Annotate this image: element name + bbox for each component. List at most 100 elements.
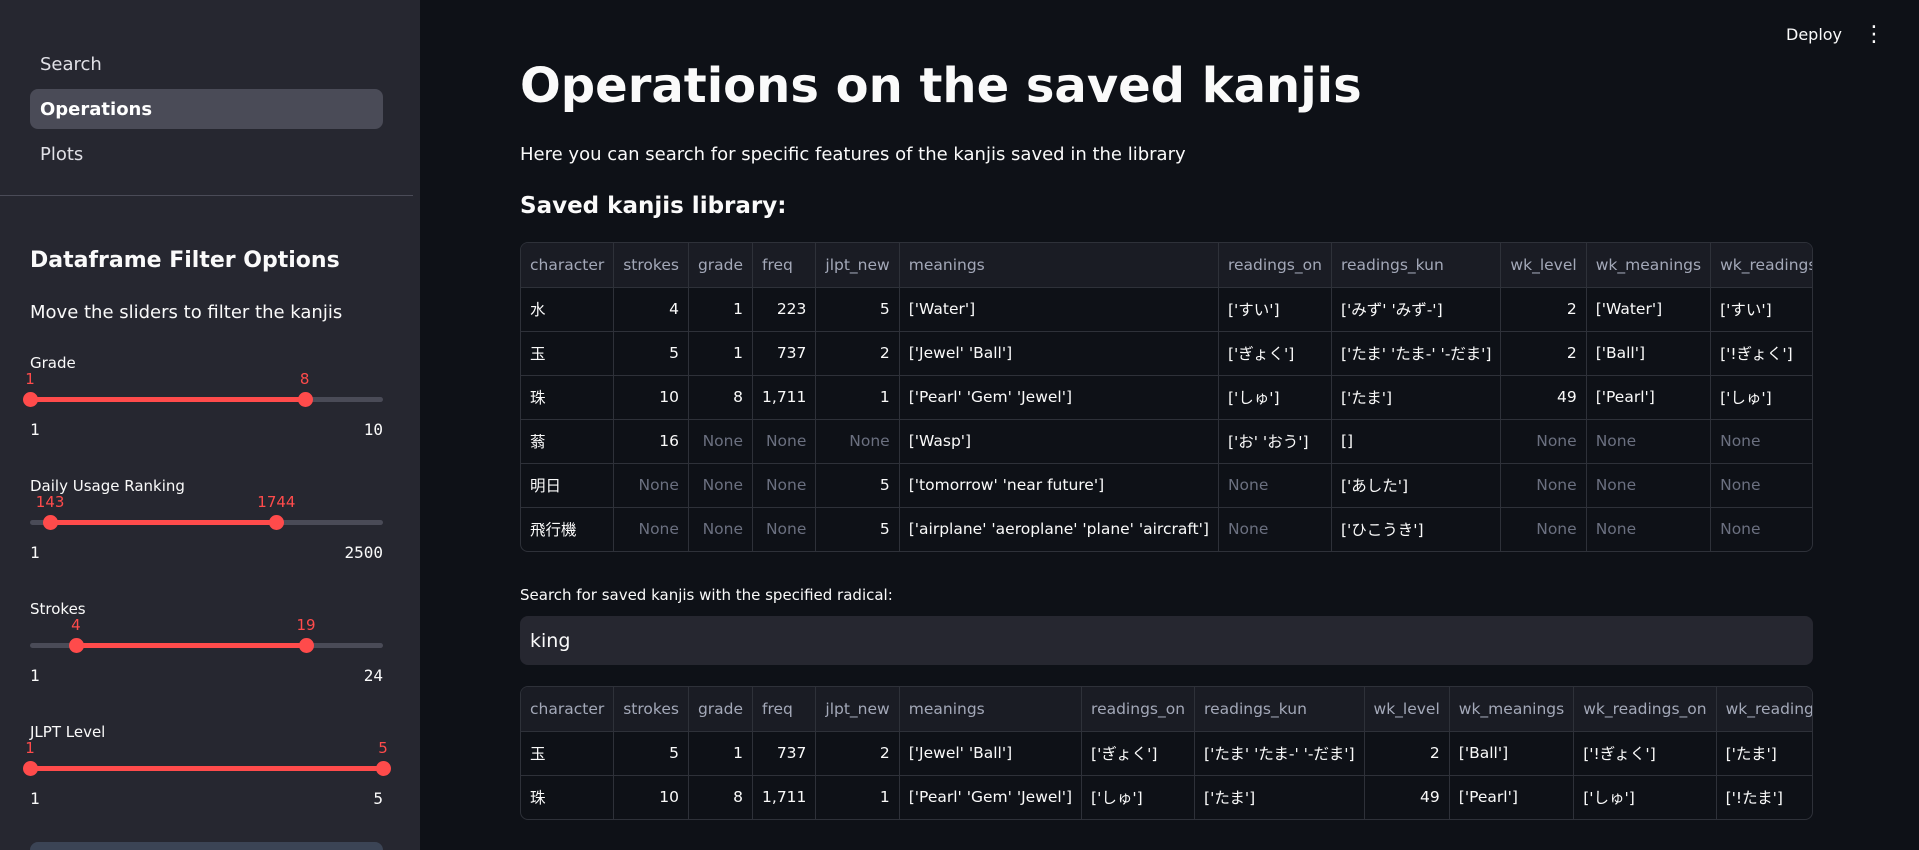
table-cell[interactable]: 8 xyxy=(688,375,754,420)
table-cell[interactable]: ['すい'] xyxy=(1218,287,1332,332)
table-cell[interactable]: ['たま' 'たま-' '-だま'] xyxy=(1331,331,1502,376)
table-cell[interactable]: 1 xyxy=(688,731,754,776)
table-cell[interactable]: None xyxy=(752,419,817,464)
column-header[interactable]: wk_level xyxy=(1364,687,1450,732)
column-header[interactable]: strokes xyxy=(613,687,689,732)
table-cell[interactable]: 1 xyxy=(688,287,754,332)
table-cell[interactable]: ['Jewel' 'Ball'] xyxy=(899,731,1083,776)
table-cell[interactable]: ['airplane' 'aeroplane' 'plane' 'aircraf… xyxy=(899,507,1219,551)
table-cell[interactable]: ['Jewel' 'Ball'] xyxy=(899,331,1219,376)
table-cell[interactable]: 5 xyxy=(613,331,689,376)
table-cell[interactable]: None xyxy=(688,419,754,464)
table-cell[interactable]: None xyxy=(1500,507,1587,551)
table-cell[interactable]: ['tomorrow' 'near future'] xyxy=(899,463,1219,508)
table-cell[interactable]: None xyxy=(752,463,817,508)
column-header[interactable]: freq xyxy=(752,687,817,732)
table-cell[interactable]: 蓊 xyxy=(521,419,615,464)
slider-high-thumb[interactable] xyxy=(269,515,285,530)
table-cell[interactable]: 玉 xyxy=(521,331,615,376)
slider-high-thumb[interactable] xyxy=(299,638,315,653)
table-cell[interactable]: 5 xyxy=(815,287,900,332)
table-cell[interactable]: ['Pearl'] xyxy=(1449,775,1575,819)
column-header[interactable]: wk_readings_o xyxy=(1710,243,1812,288)
table-cell[interactable]: None xyxy=(1586,507,1712,551)
table-cell[interactable]: ['すい'] xyxy=(1710,287,1812,332)
table-cell[interactable]: ['たま'] xyxy=(1331,375,1502,420)
column-header[interactable]: grade xyxy=(688,687,754,732)
table-cell[interactable]: 737 xyxy=(752,331,817,376)
radical-results-table[interactable]: character strokes grade freq jlpt_new meaning… xyxy=(520,686,1813,820)
table-cell[interactable]: 2 xyxy=(815,731,900,776)
table-cell[interactable]: ['Pearl'] xyxy=(1586,375,1712,420)
table-cell[interactable]: 16 xyxy=(613,419,689,464)
table-cell[interactable]: None xyxy=(613,463,689,508)
table-cell[interactable]: None xyxy=(815,419,900,464)
radical-search-input[interactable] xyxy=(520,616,1813,665)
table-cell[interactable]: ['!たま'] xyxy=(1716,775,1812,819)
table-cell[interactable]: ['Ball'] xyxy=(1586,331,1712,376)
nav-item-plots[interactable]: Plots xyxy=(30,134,383,174)
table-cell[interactable]: ['みず' 'みず-'] xyxy=(1331,287,1502,332)
table-cell[interactable]: ['しゅ'] xyxy=(1218,375,1332,420)
table-cell[interactable]: 珠 xyxy=(521,375,615,420)
slider-track[interactable] xyxy=(30,766,383,771)
table-cell[interactable]: 2 xyxy=(815,331,900,376)
column-header[interactable]: jlpt_new xyxy=(815,243,900,288)
table-cell[interactable]: None xyxy=(613,507,689,551)
table-cell[interactable]: None xyxy=(688,507,754,551)
table-cell[interactable]: 明日 xyxy=(521,463,615,508)
table-cell[interactable]: None xyxy=(1710,507,1812,551)
column-header[interactable]: wk_meanings xyxy=(1449,687,1575,732)
table-cell[interactable]: 水 xyxy=(521,287,615,332)
slider-high-thumb[interactable] xyxy=(376,761,391,776)
table-cell[interactable]: None xyxy=(688,463,754,508)
nav-item-operations[interactable]: Operations xyxy=(30,89,383,129)
more-options-icon[interactable]: ⋮ xyxy=(1863,22,1885,48)
table-cell[interactable]: None xyxy=(1500,463,1587,508)
table-cell[interactable]: 223 xyxy=(752,287,817,332)
table-cell[interactable]: ['Wasp'] xyxy=(899,419,1219,464)
table-cell[interactable]: ['たま' 'たま-' '-だま'] xyxy=(1194,731,1365,776)
column-header[interactable]: readings_kun xyxy=(1194,687,1365,732)
table-cell[interactable]: 10 xyxy=(613,375,689,420)
table-cell[interactable]: 49 xyxy=(1500,375,1587,420)
table-cell[interactable]: ['たま'] xyxy=(1716,731,1812,776)
table-cell[interactable]: 5 xyxy=(815,463,900,508)
slider-low-thumb[interactable] xyxy=(23,761,38,776)
table-cell[interactable]: [] xyxy=(1331,419,1502,464)
table-cell[interactable]: 5 xyxy=(815,507,900,551)
table-cell[interactable]: None xyxy=(1586,463,1712,508)
column-header[interactable]: wk_readings_on xyxy=(1573,687,1717,732)
slider-track[interactable] xyxy=(30,520,383,525)
column-header[interactable]: wk_level xyxy=(1500,243,1587,288)
table-cell[interactable]: 2 xyxy=(1500,287,1587,332)
table-cell[interactable]: 8 xyxy=(688,775,754,819)
table-cell[interactable]: 1,711 xyxy=(752,775,817,819)
table-cell[interactable]: ['ぎょく'] xyxy=(1081,731,1196,776)
column-header[interactable]: jlpt_new xyxy=(815,687,900,732)
table-cell[interactable]: 737 xyxy=(752,731,817,776)
table-cell[interactable]: None xyxy=(1586,419,1712,464)
column-header[interactable]: wk_readings xyxy=(1716,687,1812,732)
table-cell[interactable]: ['Ball'] xyxy=(1449,731,1575,776)
table-cell[interactable]: None xyxy=(1218,507,1332,551)
table-cell[interactable]: 49 xyxy=(1364,775,1450,819)
sidebar-button-partial[interactable] xyxy=(30,842,383,850)
table-cell[interactable]: ['あした'] xyxy=(1331,463,1502,508)
table-cell[interactable]: ['しゅ'] xyxy=(1710,375,1812,420)
table-cell[interactable]: 1 xyxy=(815,775,900,819)
table-cell[interactable]: None xyxy=(752,507,817,551)
table-cell[interactable]: None xyxy=(1710,419,1812,464)
column-header[interactable]: character xyxy=(521,243,615,288)
slider-low-thumb[interactable] xyxy=(68,638,84,653)
slider-track[interactable] xyxy=(30,397,383,402)
table-cell[interactable]: 1 xyxy=(815,375,900,420)
column-header[interactable]: character xyxy=(521,687,615,732)
column-header[interactable]: readings_on xyxy=(1218,243,1332,288)
column-header[interactable]: meanings xyxy=(899,243,1219,288)
table-cell[interactable]: ['!ぎょく'] xyxy=(1710,331,1812,376)
table-cell[interactable]: 1,711 xyxy=(752,375,817,420)
table-cell[interactable]: ['お' 'おう'] xyxy=(1218,419,1332,464)
table-cell[interactable]: ['!ぎょく'] xyxy=(1573,731,1717,776)
table-cell[interactable]: 2 xyxy=(1500,331,1587,376)
